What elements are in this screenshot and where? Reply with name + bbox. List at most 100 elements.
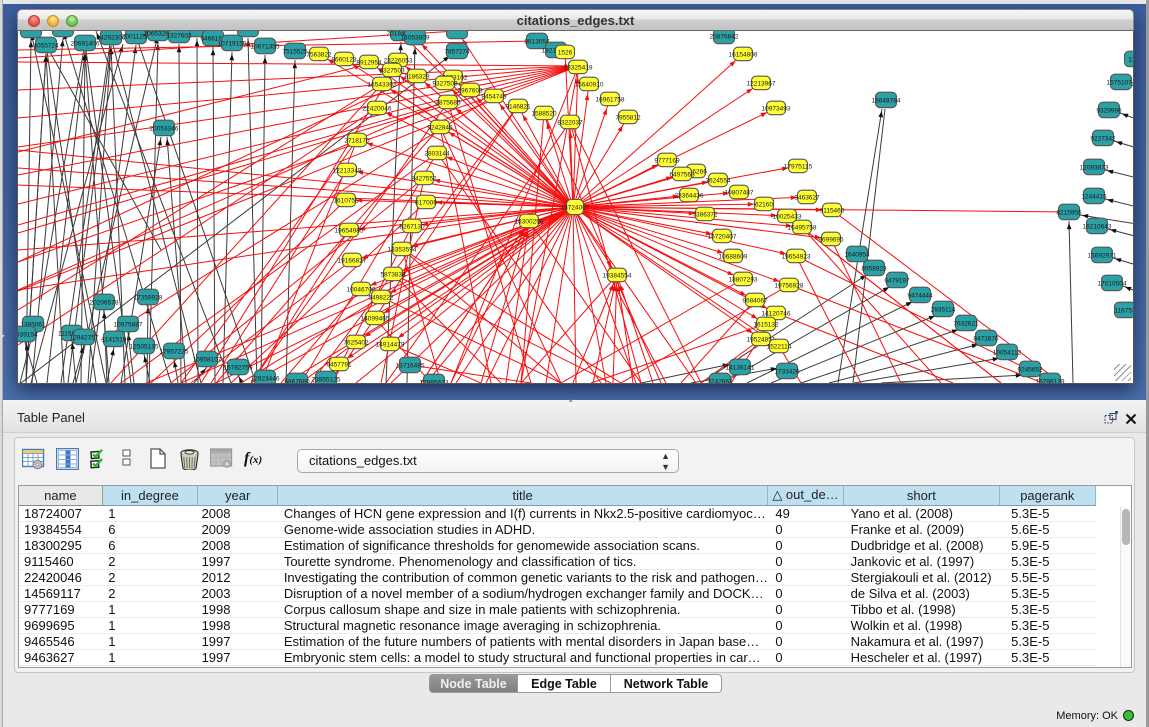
svg-text:5498222: 5498222 [368,295,394,302]
svg-text:1327602: 1327602 [166,33,192,40]
svg-text:12505135: 12505135 [130,344,159,351]
svg-text:19654985: 19654985 [335,228,364,235]
svg-text:10054112: 10054112 [993,350,1022,357]
svg-text:10975887: 10975887 [114,322,143,329]
svg-text:8427552: 8427552 [411,176,437,183]
svg-text:17359928: 17359928 [134,295,163,302]
svg-text:18807293: 18807293 [729,277,758,284]
svg-text:9777169: 9777169 [654,158,680,165]
svg-text:14914479: 14914479 [376,342,405,349]
svg-text:15692971: 15692971 [1088,253,1117,260]
svg-text:9146821: 9146821 [505,104,531,111]
svg-text:15640910: 15640910 [575,82,604,89]
svg-text:116753: 116753 [1114,308,1134,315]
svg-text:16796139: 16796139 [1036,379,1065,384]
svg-text:18724007: 18724007 [561,205,590,212]
svg-text:16495758: 16495758 [788,225,817,232]
svg-text:9115460: 9115460 [820,208,845,215]
svg-text:13325419: 13325419 [564,65,593,72]
svg-text:20053346: 20053346 [150,126,179,133]
svg-text:6479197: 6479197 [884,278,910,285]
svg-text:15751074: 15751074 [1107,80,1134,87]
svg-text:12823446: 12823446 [251,376,280,383]
svg-text:7632621: 7632621 [953,321,979,328]
svg-text:16543362: 16543362 [368,82,397,89]
svg-text:10973493: 10973493 [762,106,791,113]
svg-text:9463627: 9463627 [794,195,820,202]
svg-text:9245652: 9245652 [1017,367,1043,374]
svg-text:9227342: 9227342 [1090,136,1116,143]
svg-text:22420046: 22420046 [363,106,392,113]
svg-text:20876842: 20876842 [710,34,739,41]
svg-text:62160: 62160 [755,202,773,209]
svg-text:3242663: 3242663 [707,379,733,384]
svg-text:3875685: 3875685 [435,100,461,107]
svg-text:8660123: 8660123 [331,57,357,64]
svg-text:9457791: 9457791 [326,362,352,369]
svg-text:817006: 817006 [415,200,437,207]
svg-text:7625402: 7625402 [343,340,369,347]
svg-text:14120746: 14120746 [762,311,791,318]
svg-text:10046706: 10046706 [347,287,376,294]
svg-text:17975115: 17975115 [784,164,813,171]
svg-text:13353594: 13353594 [388,247,417,254]
svg-text:6867660: 6867660 [284,379,310,384]
svg-text:17010504: 17010504 [1098,281,1127,288]
svg-text:1522114: 1522114 [767,344,792,351]
svg-text:10719155: 10719155 [218,41,247,48]
svg-text:12213967: 12213967 [747,81,776,88]
svg-text:1733426: 1733426 [774,369,800,376]
svg-text:8958923: 8958923 [861,266,887,273]
svg-text:12093873: 12093873 [1080,165,1109,172]
svg-text:9474444: 9474444 [907,293,933,300]
svg-text:1141519: 1141519 [102,337,127,344]
svg-text:16154808: 16154808 [729,52,758,59]
svg-text:4055724: 4055724 [33,43,59,50]
svg-text:12942757: 12942757 [70,335,99,342]
svg-text:10671355: 10671355 [251,44,280,51]
svg-text:1244415: 1244415 [1081,194,1107,201]
svg-text:8186328: 8186328 [404,74,430,81]
svg-text:9327503: 9327503 [379,68,405,75]
svg-text:16782759: 16782759 [224,365,253,372]
svg-text:7386372: 7386372 [692,212,718,219]
svg-text:2967608: 2967608 [457,88,483,95]
svg-text:20206578: 20206578 [90,300,119,307]
svg-text:2935114: 2935114 [931,307,956,314]
svg-text:8215955: 8215955 [1056,210,1082,217]
svg-text:1615132: 1615132 [753,322,779,329]
svg-text:15720407: 15720407 [708,234,737,241]
svg-text:19654923: 19654923 [782,254,811,261]
svg-text:20691406: 20691406 [71,41,100,48]
svg-text:16210643: 16210643 [1083,224,1112,231]
svg-text:8912954: 8912954 [356,60,382,67]
svg-text:16053809: 16053809 [401,35,430,42]
svg-text:2803144: 2803144 [424,151,450,158]
svg-text:8267130: 8267130 [399,224,425,231]
svg-text:3624554: 3624554 [705,178,731,185]
svg-text:6497568: 6497568 [669,172,695,179]
svg-text:23364436: 23364436 [675,193,704,200]
svg-text:1588520: 1588520 [531,111,557,118]
svg-text:7857274: 7857274 [444,49,470,56]
svg-text:17965613: 17965613 [420,380,449,384]
svg-text:1112: 1112 [1128,57,1134,64]
svg-text:7563822: 7563822 [306,52,332,59]
svg-text:9327508: 9327508 [432,81,458,88]
svg-text:19756928: 19756928 [775,283,804,290]
svg-text:14136141: 14136141 [726,365,755,372]
svg-text:8471676: 8471676 [973,336,999,343]
svg-text:7515525: 7515525 [282,49,308,56]
svg-text:14099465: 14099465 [361,316,390,323]
svg-text:19166827: 19166827 [338,258,367,265]
svg-text:18300295: 18300295 [515,219,544,226]
svg-text:16648784: 16648784 [872,98,901,105]
svg-text:10807487: 10807487 [725,190,754,197]
svg-text:10025433: 10025433 [773,214,802,221]
svg-text:9684067: 9684067 [742,298,768,305]
svg-text:9329996: 9329996 [1096,108,1122,115]
svg-text:12213349: 12213349 [333,168,362,175]
svg-text:9242845: 9242845 [427,125,453,132]
svg-text:7955812: 7955812 [615,115,641,122]
svg-text:19384554: 19384554 [603,273,632,280]
